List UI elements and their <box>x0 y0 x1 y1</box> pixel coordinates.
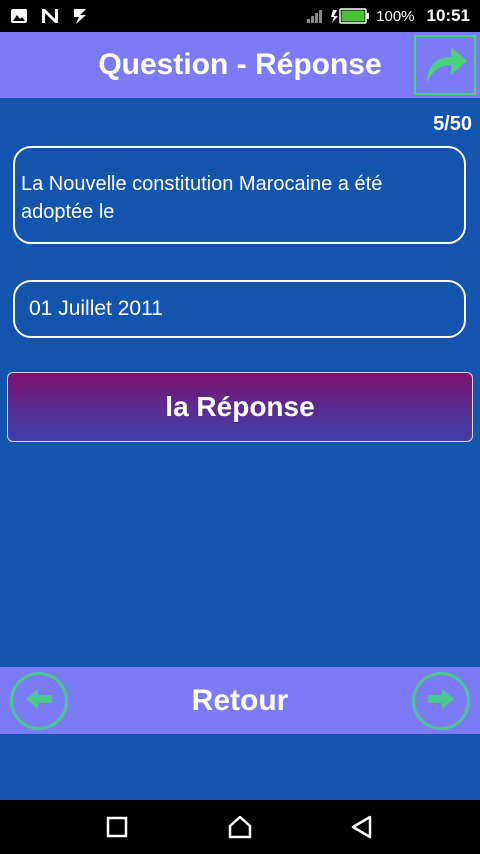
app-header: Question - Réponse <box>0 32 480 98</box>
question-counter: 5/50 <box>433 113 472 135</box>
gallery-icon <box>10 8 28 24</box>
question-text: La Nouvelle constitution Marocaine a été… <box>21 173 383 223</box>
signal-app-icon <box>72 7 90 25</box>
bottom-bar: Retour <box>0 667 480 734</box>
previous-button[interactable] <box>10 672 68 730</box>
answer-text: 01 Juillet 2011 <box>29 297 163 320</box>
battery-percent: 100% <box>376 7 415 25</box>
status-left <box>10 7 90 25</box>
question-box: La Nouvelle constitution Marocaine a été… <box>13 146 466 244</box>
recents-square-icon[interactable] <box>106 816 128 838</box>
share-button[interactable] <box>414 35 476 95</box>
next-button[interactable] <box>412 672 470 730</box>
status-bar: 100% 10:51 <box>0 0 480 32</box>
home-icon[interactable] <box>228 815 252 839</box>
show-answer-label: la Réponse <box>165 391 315 422</box>
clock: 10:51 <box>426 6 470 25</box>
share-forward-icon <box>419 37 471 94</box>
retour-button[interactable]: Retour <box>192 684 289 718</box>
back-triangle-icon[interactable] <box>350 815 374 839</box>
cell-signal-icon <box>306 8 324 24</box>
arrow-right-icon <box>426 687 456 716</box>
answer-box: 01 Juillet 2011 <box>13 280 466 338</box>
page-title: Question - Réponse <box>98 48 382 81</box>
battery-charging-icon <box>330 7 370 25</box>
show-answer-button[interactable]: la Réponse <box>7 372 473 442</box>
status-right: 100% 10:51 <box>306 6 470 26</box>
system-navigation-bar <box>0 800 480 854</box>
arrow-left-icon <box>24 687 54 716</box>
n-notification-icon <box>40 8 60 24</box>
